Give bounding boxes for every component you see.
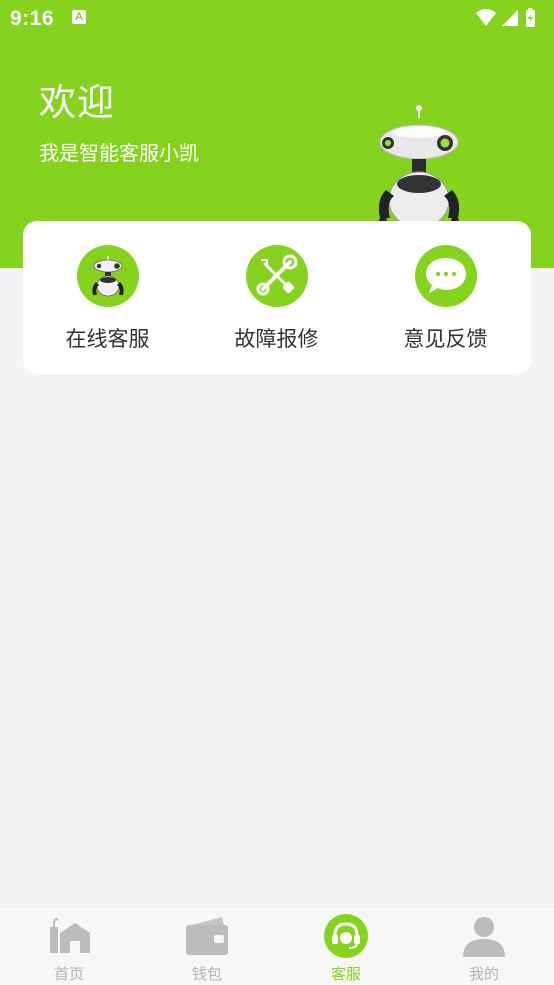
signal-icon xyxy=(502,10,518,26)
tab-service-label: 客服 xyxy=(330,965,361,983)
welcome-title: 欢迎 xyxy=(39,81,115,124)
tab-wallet[interactable]: 钱包 xyxy=(138,907,276,985)
tab-profile-label: 我的 xyxy=(468,965,499,983)
bottom-tab-bar: 首页 钱包 客服 我的 xyxy=(0,906,554,985)
wrench-screwdriver-icon xyxy=(246,245,308,307)
feedback-label: 意见反馈 xyxy=(403,327,488,351)
wifi-icon xyxy=(476,9,496,26)
status-time: 9:16 xyxy=(10,7,55,30)
robot-mascot-icon xyxy=(372,104,468,232)
status-bar: 9:16 A xyxy=(0,0,554,38)
robot-icon xyxy=(77,245,139,307)
feedback-button[interactable]: 意见反馈 xyxy=(361,221,530,374)
tab-home[interactable]: 首页 xyxy=(0,907,138,985)
tab-wallet-label: 钱包 xyxy=(191,965,222,983)
repair-button[interactable]: 故障报修 xyxy=(192,221,361,374)
person-icon xyxy=(461,913,507,963)
headset-icon xyxy=(323,913,369,963)
service-card: 在线客服 故障报修 意见反馈 xyxy=(23,221,531,374)
tab-profile[interactable]: 我的 xyxy=(415,907,553,985)
home-icon xyxy=(46,913,92,963)
wallet-icon xyxy=(184,913,230,963)
online-service-button[interactable]: 在线客服 xyxy=(23,221,192,374)
repair-label: 故障报修 xyxy=(234,327,319,351)
status-icons xyxy=(474,8,544,35)
notification-icon: A xyxy=(72,10,86,24)
online-service-label: 在线客服 xyxy=(65,327,150,351)
welcome-subtitle: 我是智能客服小凯 xyxy=(39,141,199,165)
tab-service[interactable]: 客服 xyxy=(277,907,415,985)
tab-home-label: 首页 xyxy=(53,965,84,983)
chat-bubble-icon xyxy=(415,245,477,307)
